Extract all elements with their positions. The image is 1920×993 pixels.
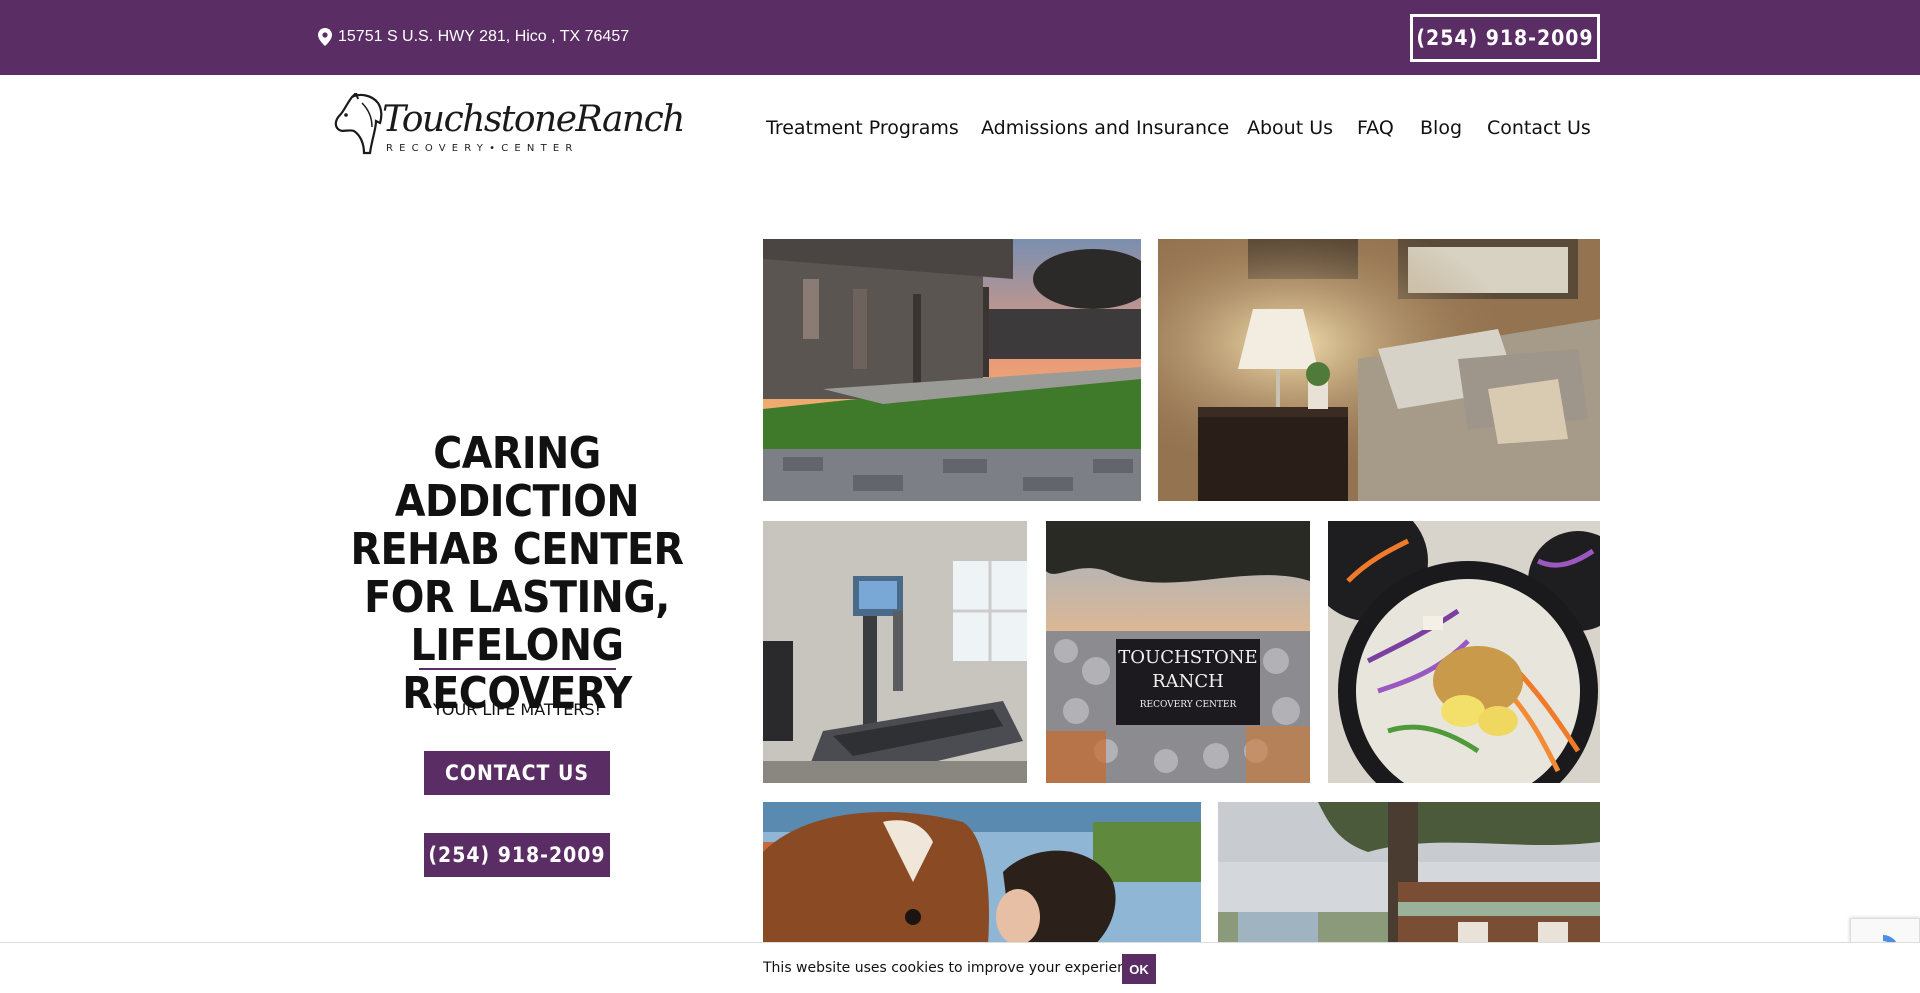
header: TouchstoneRanch RECOVERY•CENTER Treatmen…	[0, 75, 1920, 175]
address-text: 15751 S U.S. HWY 281, Hico , TX 76457	[338, 28, 630, 45]
contact-us-button[interactable]: CONTACT US	[424, 751, 610, 795]
photo-ranch-sign: TOUCHSTONE RANCH RECOVERY CENTER	[1046, 521, 1310, 783]
photo-treadmill-gym	[763, 521, 1027, 783]
photo-salad-bowl	[1328, 521, 1600, 783]
nav-item-admissions-insurance[interactable]: Admissions and Insurance	[981, 117, 1229, 139]
nav-item-contact-us[interactable]: Contact Us	[1487, 117, 1591, 139]
hero-tagline: YOUR LIFE MATTERS!	[432, 700, 601, 719]
photo-porch-sunset	[763, 239, 1141, 501]
hero-title: CARING ADDICTION REHAB CENTER FOR LASTIN…	[350, 428, 684, 719]
site-logo[interactable]: TouchstoneRanch RECOVERY•CENTER	[332, 93, 685, 159]
sign-line-3: RECOVERY CENTER	[1140, 700, 1237, 710]
nav-item-faq[interactable]: FAQ	[1357, 117, 1394, 139]
hero-phone-button[interactable]: (254) 918-2009	[424, 833, 610, 877]
nav-item-blog[interactable]: Blog	[1420, 117, 1462, 139]
cookie-ok-button[interactable]: OK	[1122, 954, 1156, 984]
cookie-message: This website uses cookies to improve you…	[763, 960, 1147, 976]
address: 15751 S U.S. HWY 281, Hico , TX 76457	[318, 27, 629, 47]
hero-divider	[419, 668, 616, 670]
top-bar: 15751 S U.S. HWY 281, Hico , TX 76457 (2…	[0, 0, 1920, 75]
logo-subtitle: RECOVERY•CENTER	[386, 143, 579, 154]
cookie-bar: This website uses cookies to improve you…	[0, 942, 1920, 993]
nav-item-about-us[interactable]: About Us	[1247, 117, 1333, 139]
location-pin-icon	[318, 28, 332, 46]
horse-head-icon	[334, 93, 383, 155]
nav-item-treatment-programs[interactable]: Treatment Programs	[766, 117, 959, 139]
sign-line-2: RANCH	[1152, 671, 1224, 692]
top-phone-button[interactable]: (254) 918-2009	[1410, 14, 1600, 62]
logo-wordmark: TouchstoneRanch	[382, 99, 685, 140]
photo-bedroom-lamp	[1158, 239, 1600, 501]
sign-line-1: TOUCHSTONE	[1118, 647, 1257, 668]
